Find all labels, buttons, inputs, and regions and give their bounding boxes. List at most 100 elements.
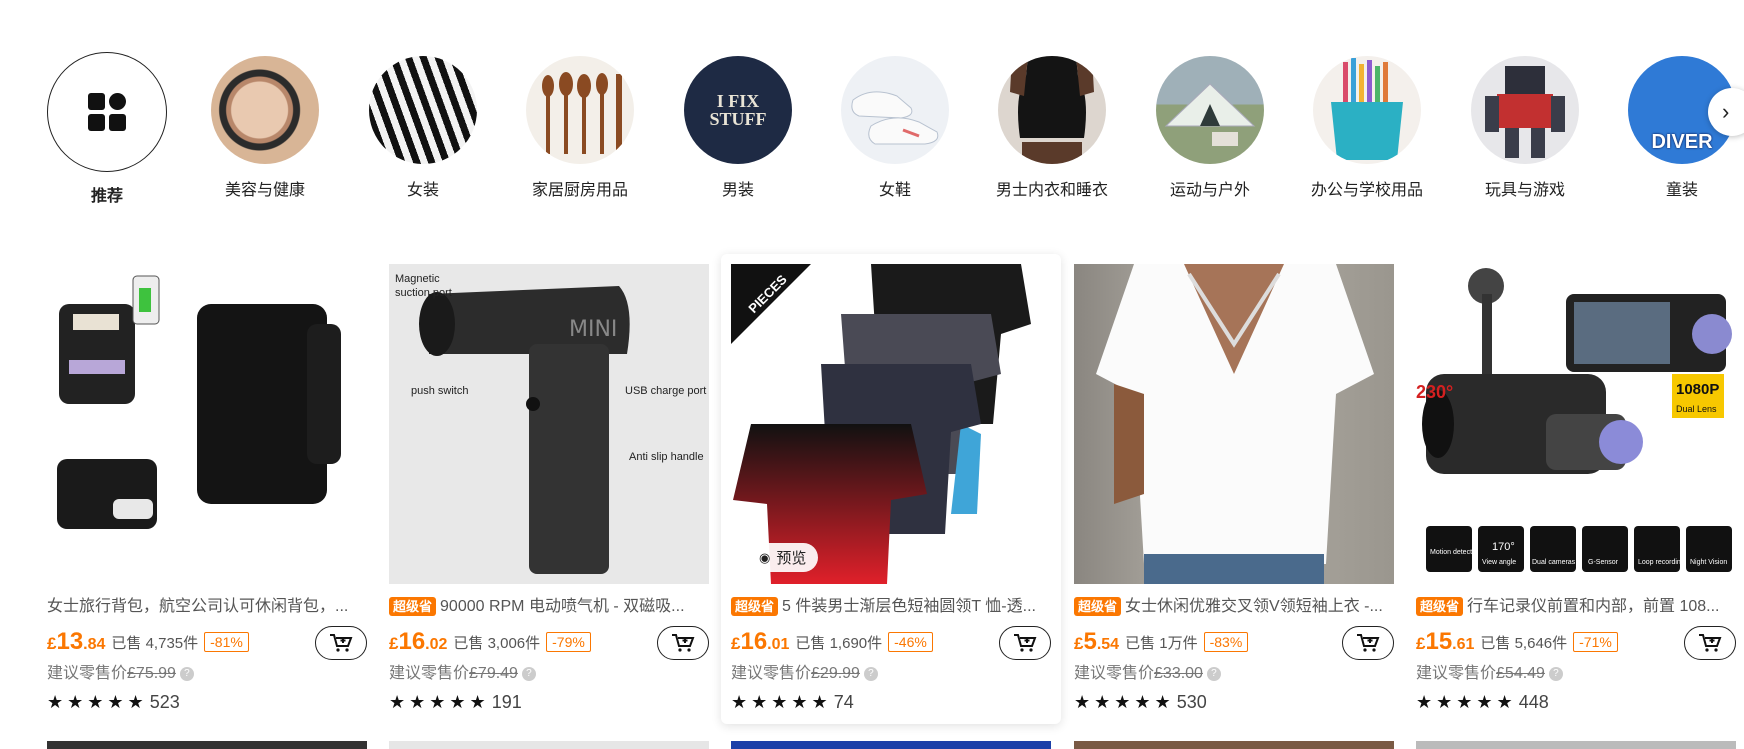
star-rating-icon: ★★★★★ [731, 692, 832, 712]
category-label: 家居厨房用品 [531, 182, 628, 199]
price-row: £16.02 已售 3,006件 -79% [389, 626, 709, 660]
category-recommended[interactable]: 推荐 [27, 52, 187, 206]
category-home-kitchen-image [526, 56, 634, 164]
product-title[interactable]: 女士旅行背包，航空公司认可休闲背包，... [47, 596, 367, 618]
rrp-price: £54.49 [1496, 665, 1545, 682]
product-card[interactable]: 超级省 女士休闲优雅交叉领V领短袖上衣 -... £5.54 已售 1万件 -83… [1074, 264, 1394, 724]
category-womens-shoes[interactable]: 女鞋 [815, 52, 975, 200]
discount-badge: -71% [1573, 632, 1618, 652]
star-rating-icon: ★★★★★ [389, 692, 490, 712]
category-label: 女装 [406, 182, 439, 199]
rrp-row: 建议零售价£54.49? [1416, 662, 1736, 686]
rrp-price: £29.99 [811, 665, 860, 682]
category-label: 男装 [721, 182, 754, 199]
info-icon[interactable]: ? [1206, 666, 1221, 681]
category-mens-underwear[interactable]: 男士内衣和睡衣 [972, 52, 1132, 200]
svg-text:170°: 170° [1492, 541, 1515, 553]
svg-text:Dual Lens: Dual Lens [1676, 404, 1717, 414]
cart-icon [672, 634, 695, 652]
category-strip: 推荐 美容与健康 女装 家居厨房用品 I FIX STUFF 男装 女鞋 男士内… [0, 52, 1744, 212]
rrp-row: 建议零售价£79.49? [389, 662, 709, 686]
category-label: 男士内衣和睡衣 [995, 182, 1108, 199]
rating-row: ★★★★★ 523 [47, 690, 367, 714]
super-saver-badge: 超级省 [731, 597, 779, 616]
category-womens-clothing[interactable]: 女装 [343, 52, 503, 200]
svg-text:Motion detections: Motion detections [1430, 549, 1485, 556]
category-recommended-circle [47, 52, 167, 172]
rrp-row: 建议零售价£29.99? [731, 662, 1051, 686]
category-beauty[interactable]: 美容与健康 [185, 52, 345, 200]
product-title[interactable]: 超级省 女士休闲优雅交叉领V领短袖上衣 -... [1074, 596, 1394, 618]
cart-icon [1014, 634, 1037, 652]
super-saver-badge: 超级省 [1416, 597, 1464, 616]
svg-text:Dual cameras: Dual cameras [1532, 559, 1576, 566]
product-title[interactable]: 超级省 90000 RPM 电动喷气机 - 双磁吸... [389, 596, 709, 618]
review-count: 530 [1176, 692, 1207, 712]
preview-button[interactable]: ◉ 预览 [747, 543, 819, 572]
product-price: £16.01 [731, 628, 790, 655]
category-mens-clothing[interactable]: I FIX STUFF 男装 [658, 52, 818, 200]
next-row-product-image [1074, 741, 1394, 749]
super-saver-badge: 超级省 [389, 597, 437, 616]
review-count: 523 [149, 692, 180, 712]
star-rating-icon: ★★★★★ [1416, 692, 1517, 712]
add-to-cart-button[interactable] [1684, 626, 1736, 660]
rrp-row: 建议零售价£75.99? [47, 662, 367, 686]
sold-count: 已售 4,735件 [111, 634, 199, 652]
rrp-price: £33.00 [1154, 665, 1203, 682]
eye-icon: ◉ [759, 549, 771, 565]
rating-row: ★★★★★ 448 [1416, 690, 1736, 714]
product-meta: 超级省 90000 RPM 电动喷气机 - 双磁吸... £16.02 已售 3,… [389, 596, 709, 714]
category-toys-games[interactable]: 玩具与游戏 [1445, 52, 1605, 200]
category-label: 童装 [1665, 182, 1698, 199]
product-price: £13.84 [47, 628, 106, 655]
product-card[interactable]: 230° 1080P Dual Lens Motion detections 1… [1416, 264, 1736, 724]
category-mens-underwear-image [998, 56, 1106, 164]
category-label: 办公与学校用品 [1310, 182, 1423, 199]
rating-row: ★★★★★ 191 [389, 690, 709, 714]
add-to-cart-button[interactable] [315, 626, 367, 660]
add-to-cart-button[interactable] [1342, 626, 1394, 660]
product-image[interactable] [47, 264, 367, 584]
discount-badge: -79% [546, 632, 591, 652]
svg-text:G-Sensor: G-Sensor [1588, 559, 1619, 566]
info-icon[interactable]: ? [179, 666, 194, 681]
svg-text:View angle: View angle [1482, 559, 1516, 566]
next-row-product-image [389, 741, 709, 749]
product-image[interactable]: MINI Magnetic suction port push switch U… [389, 264, 709, 584]
category-office-school[interactable]: 办公与学校用品 [1287, 52, 1447, 200]
category-womens-clothing-image [369, 56, 477, 164]
category-label: 玩具与游戏 [1484, 182, 1565, 199]
product-image[interactable] [1074, 264, 1394, 584]
product-title[interactable]: 超级省 5 件装男士渐层色短袖圆领T 恤-透... [731, 596, 1051, 618]
category-label: 美容与健康 [224, 182, 305, 199]
category-label: 推荐 [90, 188, 123, 205]
info-icon[interactable]: ? [1548, 666, 1563, 681]
super-saver-badge: 超级省 [1074, 597, 1122, 616]
sold-count: 已售 1万件 [1125, 634, 1198, 652]
category-label: 运动与户外 [1169, 182, 1250, 199]
info-icon[interactable]: ? [863, 666, 878, 681]
product-price: £5.54 [1074, 628, 1120, 655]
category-toys-games-image [1471, 56, 1579, 164]
grid-icon [88, 93, 126, 131]
category-sports-outdoor[interactable]: 运动与户外 [1130, 52, 1290, 200]
svg-text:MINI: MINI [569, 317, 617, 342]
svg-text:Anti slip handle: Anti slip handle [629, 451, 704, 463]
product-meta: 超级省 行车记录仪前置和内部，前置 108... £15.61 已售 5,646件… [1416, 596, 1736, 714]
product-card[interactable]: MINI Magnetic suction port push switch U… [389, 264, 709, 724]
svg-text:push switch: push switch [411, 385, 468, 397]
product-title[interactable]: 超级省 行车记录仪前置和内部，前置 108... [1416, 596, 1736, 618]
add-to-cart-button[interactable] [657, 626, 709, 660]
svg-text:Night Vision: Night Vision [1690, 559, 1727, 566]
product-meta: 超级省 5 件装男士渐层色短袖圆领T 恤-透... £16.01 已售 1,690… [731, 596, 1051, 714]
product-card[interactable]: PIECES ◉ 预览 超级省 5 件装男士渐层色短袖圆领T 恤-透... £16… [721, 254, 1061, 724]
info-icon[interactable]: ? [521, 666, 536, 681]
category-office-school-image [1313, 56, 1421, 164]
product-image[interactable]: PIECES ◉ 预览 [731, 264, 1051, 584]
add-to-cart-button[interactable] [999, 626, 1051, 660]
category-home-kitchen[interactable]: 家居厨房用品 [500, 52, 660, 200]
rrp-price: £79.49 [469, 665, 518, 682]
product-card[interactable]: 女士旅行背包，航空公司认可休闲背包，... £13.84 已售 4,735件 -… [47, 264, 367, 724]
product-image[interactable]: 230° 1080P Dual Lens Motion detections 1… [1416, 264, 1736, 584]
